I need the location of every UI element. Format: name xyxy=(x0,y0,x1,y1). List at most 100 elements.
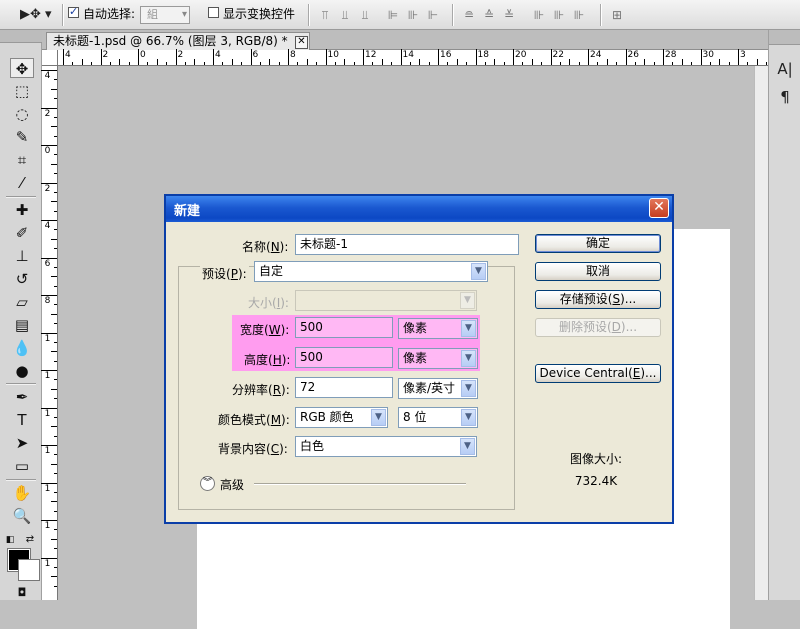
save-preset-button[interactable]: 存储预设(S)... xyxy=(535,290,661,309)
hand-tool-icon[interactable]: ✋ xyxy=(10,483,34,503)
align-vcenter-icon[interactable]: ⫫ xyxy=(338,8,352,22)
ruler-tick xyxy=(728,62,730,65)
gradient-tool-icon[interactable]: ▤ xyxy=(10,315,34,335)
pen-tool-icon[interactable]: ✒ xyxy=(10,387,34,407)
auto-select-dropdown[interactable]: 組 xyxy=(140,6,190,24)
close-icon[interactable]: ✕ xyxy=(295,36,308,49)
background-contents-select[interactable]: 白色 ▼ xyxy=(295,436,477,457)
ruler-tick xyxy=(634,62,636,65)
horizontal-ruler[interactable]: 4 2 0 2 4 6 8 10 12 14 16 18 20 22 24 26 28 30 3 xyxy=(58,49,768,66)
name-input[interactable]: 未标题-1 xyxy=(295,234,519,255)
ruler-tick xyxy=(54,585,57,587)
cancel-button[interactable]: 取消 xyxy=(535,262,661,281)
ruler-tick xyxy=(54,360,57,362)
blur-tool-icon[interactable]: 💧 xyxy=(10,338,34,358)
ruler-tick xyxy=(269,59,271,65)
resolution-input[interactable]: 72 xyxy=(295,377,393,398)
ruler-tick xyxy=(184,62,186,65)
type-tool-icon[interactable]: T xyxy=(10,410,34,430)
ruler-tick xyxy=(747,62,749,65)
ruler-label: 6 xyxy=(44,258,51,269)
vertical-scrollbar[interactable] xyxy=(754,66,768,600)
ruler-tick xyxy=(503,62,505,65)
ruler-tick xyxy=(166,62,168,65)
dialog-titlebar[interactable]: 新建 ✕ xyxy=(166,196,672,222)
brush-tool-icon[interactable]: ✐ xyxy=(10,223,34,243)
align-bottom-icon[interactable]: ⫫ xyxy=(358,8,372,22)
ruler-tick xyxy=(653,62,655,65)
swap-colors-icon[interactable]: ⇄ xyxy=(24,530,36,550)
ruler-tick xyxy=(409,62,411,65)
zoom-tool-icon[interactable]: 🔍 xyxy=(10,506,34,526)
image-size-value: 732.4K xyxy=(574,474,618,488)
distribute-top-icon[interactable]: ≘ xyxy=(462,8,476,22)
ruler-tick xyxy=(241,62,243,65)
color-mode-label: 颜色模式(M): xyxy=(218,413,290,427)
height-unit-select[interactable]: 像素 ▼ xyxy=(398,348,478,369)
ruler-tick xyxy=(691,62,693,65)
align-right-icon[interactable]: ⊩ xyxy=(426,8,440,22)
distribute-bottom-icon[interactable]: ≚ xyxy=(502,8,516,22)
ruler-tick xyxy=(344,59,346,65)
ruler-tick xyxy=(456,59,458,65)
tool-preset-picker[interactable]: ▶✥ ▾ xyxy=(20,7,56,23)
clone-stamp-tool-icon[interactable]: ⊥ xyxy=(10,246,34,266)
width-unit-select[interactable]: 像素 ▼ xyxy=(398,318,478,339)
document-tab[interactable]: 未标题-1.psd @ 66.7% (图层 3, RGB/8) * ✕ xyxy=(46,32,310,50)
quick-select-tool-icon[interactable]: ✎ xyxy=(10,127,34,147)
ruler-tick xyxy=(72,62,74,65)
path-select-tool-icon[interactable]: ➤ xyxy=(10,433,34,453)
align-left-icon[interactable]: ⊫ xyxy=(386,8,400,22)
default-colors-icon[interactable]: ◧ xyxy=(4,530,16,550)
ruler-tick xyxy=(54,210,57,212)
align-top-icon[interactable]: ⫪ xyxy=(318,8,332,22)
distribute-left-icon[interactable]: ⊪ xyxy=(532,8,546,22)
align-hcenter-icon[interactable]: ⊪ xyxy=(406,8,420,22)
history-brush-tool-icon[interactable]: ↺ xyxy=(10,269,34,289)
chevron-down-icon[interactable]: ︾ xyxy=(200,476,215,491)
show-transform-label: 显示变换控件 xyxy=(223,7,296,21)
device-central-button[interactable]: Device Central(E)... xyxy=(535,364,661,383)
auto-select-checkbox[interactable] xyxy=(68,5,79,18)
resolution-unit-select[interactable]: 像素/英寸 ▼ xyxy=(398,378,478,399)
ruler-tick xyxy=(578,62,580,65)
ruler-tick xyxy=(54,398,57,400)
move-tool-icon[interactable]: ✥ xyxy=(10,58,34,78)
ruler-tick xyxy=(54,548,57,550)
preset-select[interactable]: 自定 ▼ xyxy=(254,261,488,282)
vertical-ruler[interactable]: 4 2 0 2 4 6 8 1 1 1 1 1 1 1 xyxy=(41,66,58,600)
marquee-tool-icon[interactable]: ⬚ xyxy=(10,81,34,101)
character-panel-icon[interactable]: A| xyxy=(776,60,794,80)
eyedropper-tool-icon[interactable]: ⁄ xyxy=(10,173,34,193)
ruler-label: 1 xyxy=(44,558,51,569)
chevron-down-icon: ▼ xyxy=(460,292,475,309)
shape-tool-icon[interactable]: ▭ xyxy=(10,456,34,476)
color-mode-select[interactable]: RGB 颜色 ▼ xyxy=(295,407,388,428)
advanced-label[interactable]: 高级 xyxy=(220,476,244,493)
healing-brush-tool-icon[interactable]: ✚ xyxy=(10,200,34,220)
ruler-label: 1 xyxy=(44,446,51,456)
ruler-tick xyxy=(522,62,524,65)
background-color-swatch[interactable] xyxy=(18,559,40,581)
quick-mask-icon[interactable]: ◘ xyxy=(10,583,34,603)
ruler-origin[interactable] xyxy=(42,50,58,66)
distribute-right-icon[interactable]: ⊪ xyxy=(572,8,586,22)
dodge-tool-icon[interactable]: ● xyxy=(10,361,34,381)
distribute-hcenter-icon[interactable]: ⊪ xyxy=(552,8,566,22)
ruler-tick xyxy=(51,351,57,353)
auto-align-layers-icon[interactable]: ⊞ xyxy=(610,8,624,22)
show-transform-checkbox[interactable] xyxy=(208,7,219,18)
ok-button[interactable]: 确定 xyxy=(535,234,661,253)
chevron-down-icon: ▼ xyxy=(471,263,486,280)
height-input[interactable]: 500 xyxy=(295,347,393,368)
ruler-tick xyxy=(606,59,608,65)
distribute-vcenter-icon[interactable]: ≙ xyxy=(482,8,496,22)
paragraph-panel-icon[interactable]: ¶ xyxy=(776,88,794,108)
eraser-tool-icon[interactable]: ▱ xyxy=(10,292,34,312)
crop-tool-icon[interactable]: ⌗ xyxy=(10,150,34,170)
ruler-tick xyxy=(54,435,57,437)
lasso-tool-icon[interactable]: ◌ xyxy=(10,104,34,124)
bit-depth-select[interactable]: 8 位 ▼ xyxy=(398,407,478,428)
close-icon[interactable]: ✕ xyxy=(649,198,669,218)
width-input[interactable]: 500 xyxy=(295,317,393,338)
